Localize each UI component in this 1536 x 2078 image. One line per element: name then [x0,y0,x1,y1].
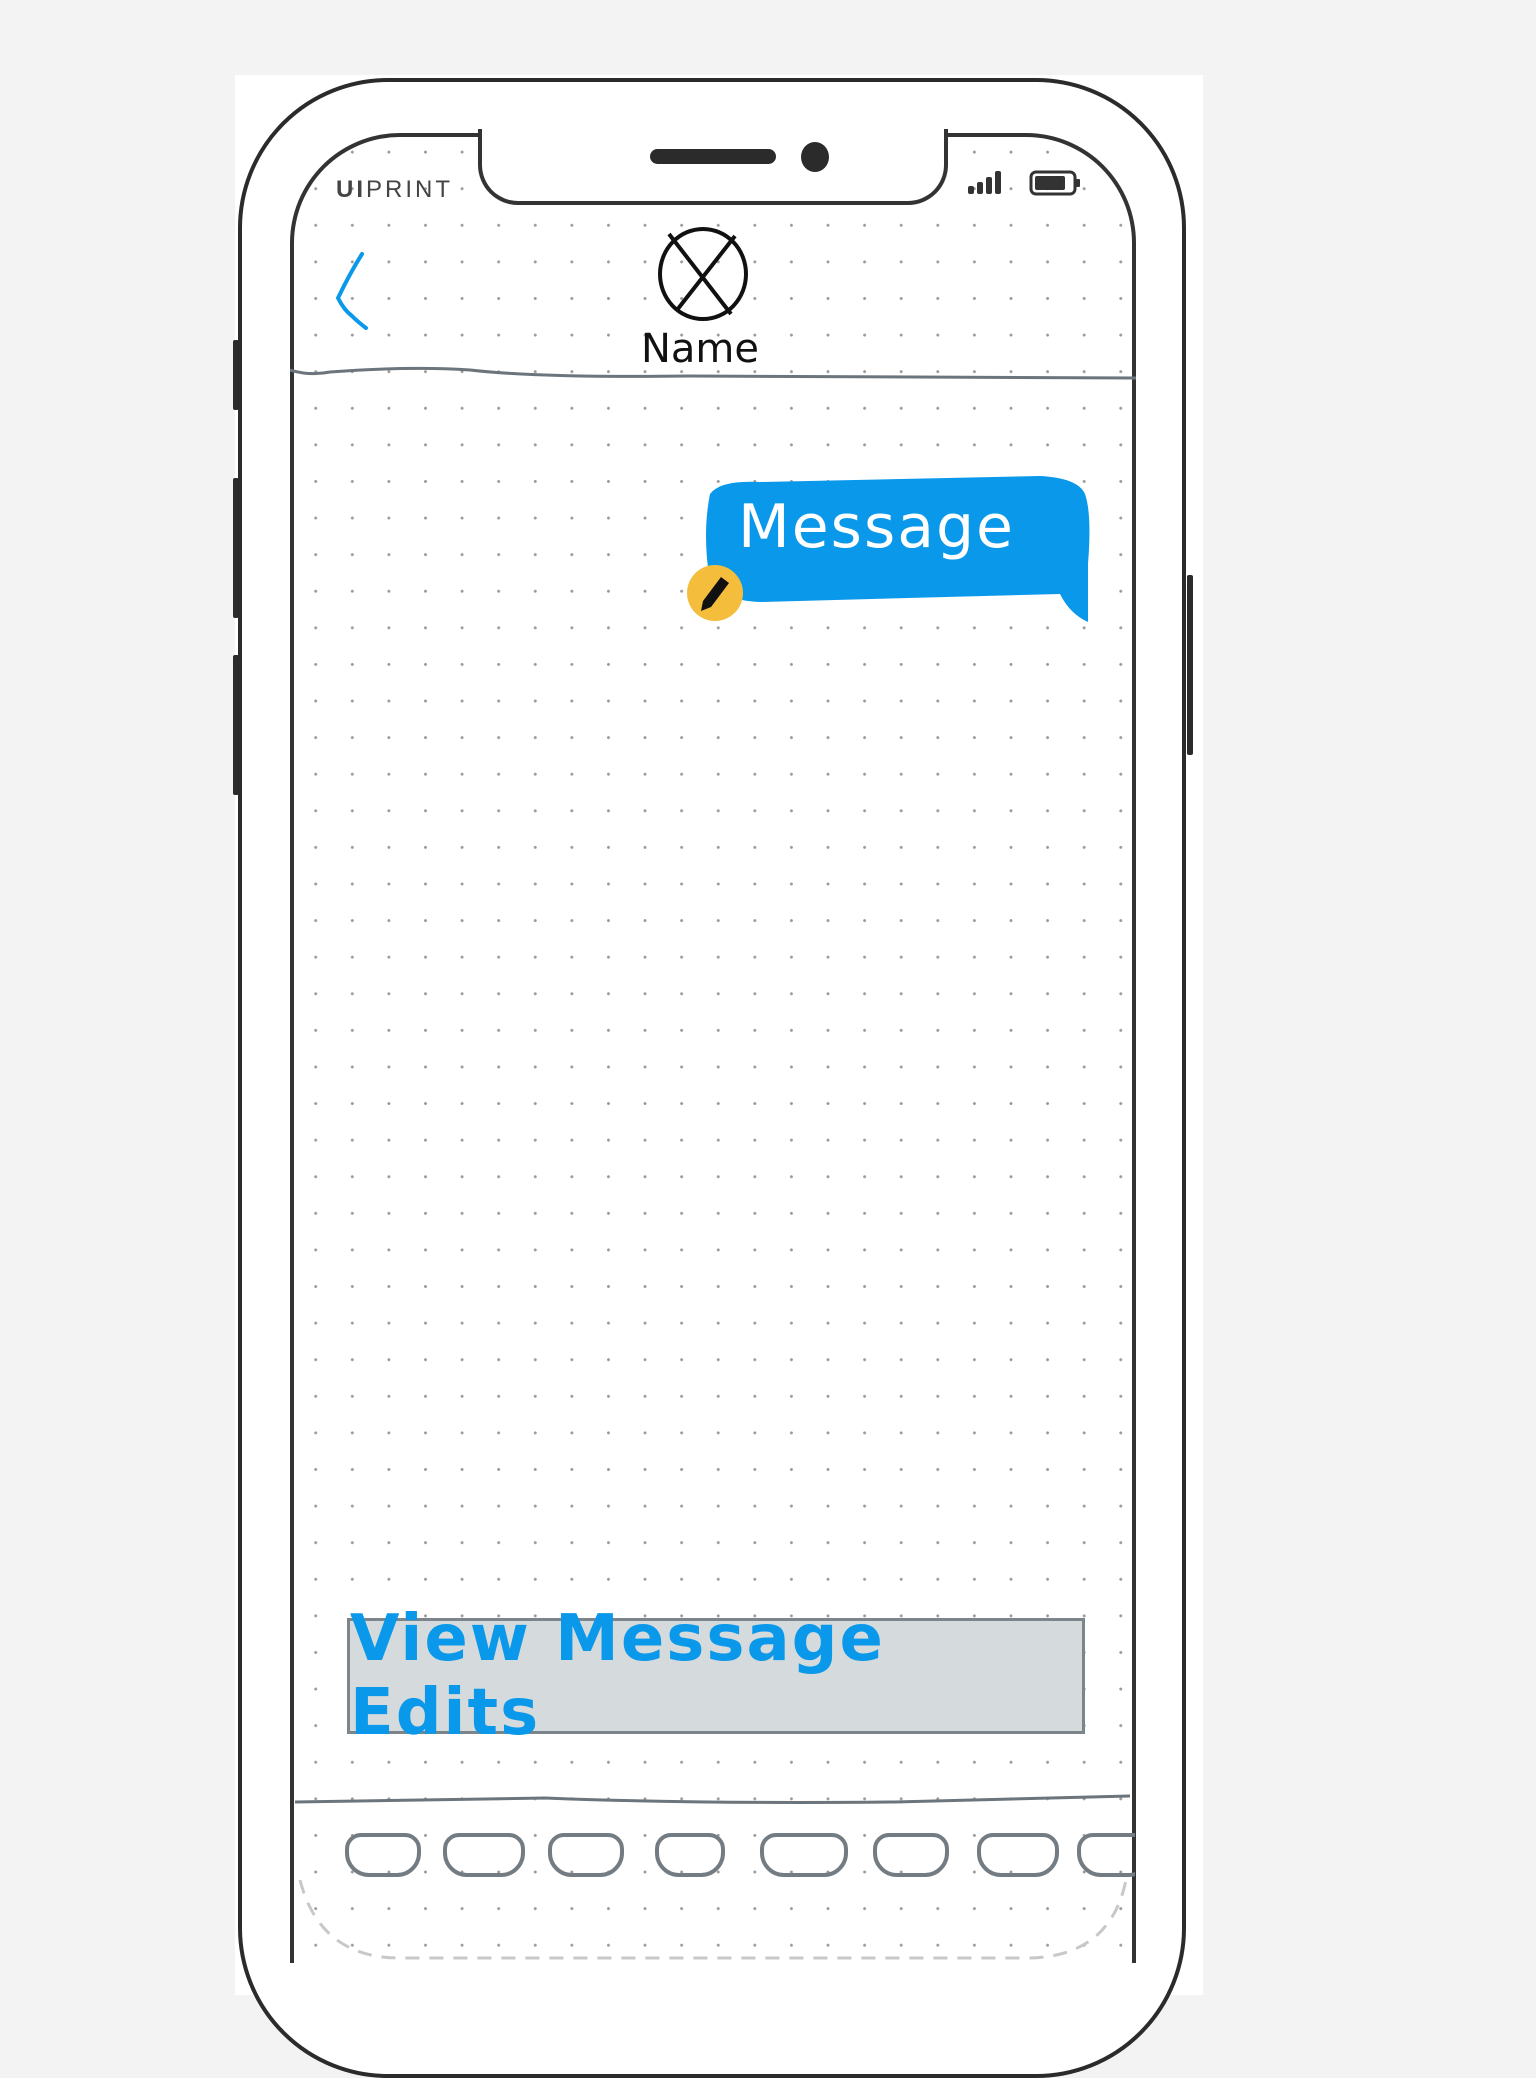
status-icons [968,168,1083,202]
keyboard-key[interactable] [443,1833,525,1877]
keyboard-key[interactable] [548,1833,624,1877]
signal-icon [968,171,1001,194]
keyboard-key[interactable] [977,1833,1059,1877]
edited-badge[interactable] [687,565,743,621]
view-message-edits-label: View Message Edits [350,1602,885,1750]
avatar-placeholder-icon[interactable] [655,222,751,322]
volume-down-button [233,655,239,795]
mute-switch [233,340,239,410]
keyboard-key[interactable] [760,1833,848,1877]
view-message-edits-button[interactable]: View Message Edits [347,1602,1085,1750]
message-text: Message [738,492,1015,562]
notch [478,129,948,205]
chevron-left-icon[interactable] [330,248,390,333]
keyboard-key[interactable] [873,1833,949,1877]
home-area-outline [298,1880,1128,1960]
keyboard-key[interactable] [655,1833,725,1877]
keyboard-divider [295,1794,1130,1804]
pencil-icon [701,577,729,611]
keyboard-key[interactable] [1077,1833,1135,1877]
power-button [1187,575,1193,755]
camera [801,142,829,172]
speaker [650,149,776,164]
carrier-brand: UIPRINT [336,176,453,203]
keyboard-key[interactable] [345,1833,421,1877]
battery-icon [1029,170,1080,196]
volume-up-button [233,478,239,618]
header-divider [290,366,1136,380]
